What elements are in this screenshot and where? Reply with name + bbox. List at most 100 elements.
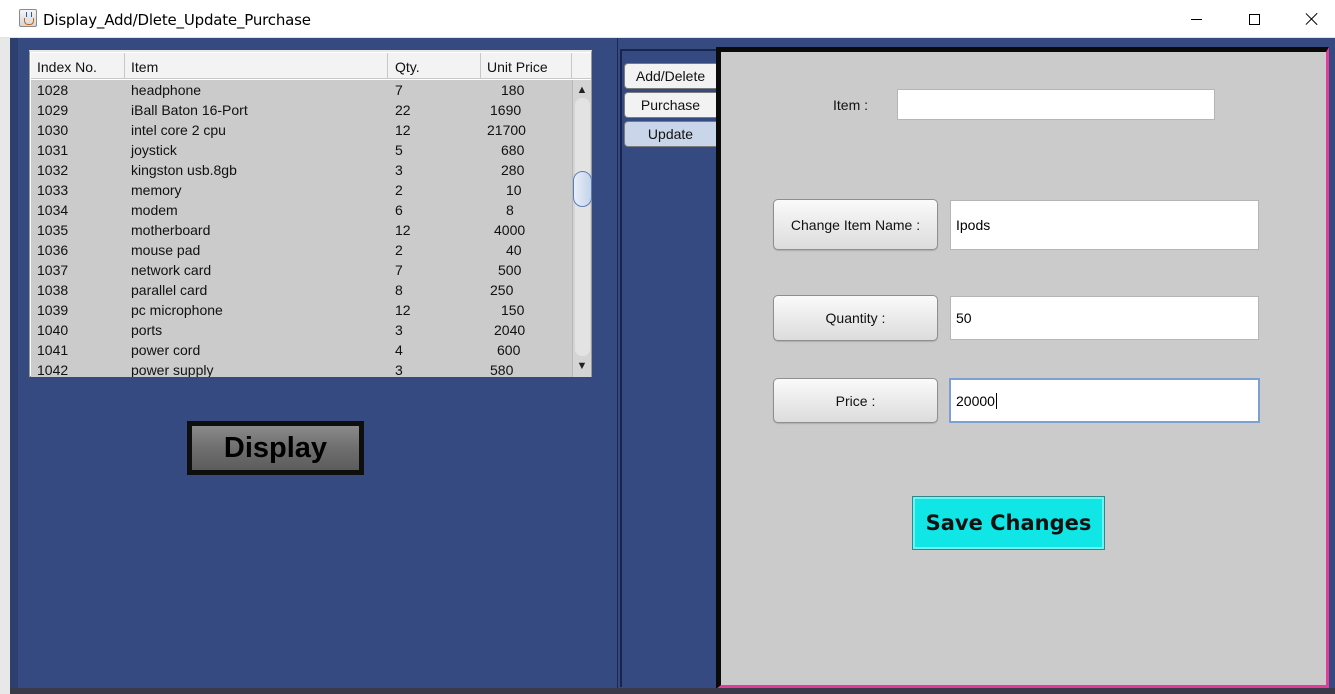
cell-unit-price: 580 [490,362,514,377]
minimize-icon [1190,18,1202,20]
save-changes-button[interactable]: Save Changes [912,496,1105,550]
cell-qty: 22 [395,102,411,118]
display-button-label: Display [192,426,359,470]
cell-qty: 6 [395,202,403,218]
item-input[interactable] [897,89,1215,120]
cell-qty: 12 [395,222,411,238]
cell-item: modem [131,202,178,218]
items-table: Index No. Item Qty. Unit Price 1028 headp… [29,50,592,377]
table-row[interactable]: 1042 power supply 3 580 [31,360,572,377]
minimize-button[interactable] [1173,0,1219,38]
table-vertical-scrollbar[interactable]: ▲ ▼ [572,80,592,377]
table-row[interactable]: 1030 intel core 2 cpu 12 21700 [31,120,572,140]
display-button[interactable]: Display [187,421,364,475]
cell-item: memory [131,182,182,198]
item-name-input[interactable]: Ipods [950,200,1259,250]
maximize-icon [1248,13,1260,25]
change-item-name-button[interactable]: Change Item Name : [773,199,938,250]
table-row[interactable]: 1036 mouse pad 2 40 [31,240,572,260]
tab-purchase[interactable]: Purchase [624,92,716,118]
cell-unit-price: 150 [501,302,525,318]
close-icon [1305,12,1319,26]
cell-item: motherboard [131,222,211,238]
maximize-button[interactable] [1231,0,1277,38]
cell-index: 1042 [37,362,69,377]
cell-qty: 12 [395,302,411,318]
column-header-index[interactable]: Index No. [31,53,125,79]
cell-qty: 2 [395,242,403,258]
cell-index: 1035 [37,222,69,238]
table-row[interactable]: 1028 headphone 7 180 [31,80,572,100]
scrollbar-thumb[interactable] [573,171,592,207]
quantity-input[interactable]: 50 [950,296,1259,340]
cell-qty: 4 [395,342,403,358]
table-header: Index No. Item Qty. Unit Price [31,53,572,79]
cell-index: 1030 [37,122,69,138]
cell-index: 1033 [37,182,69,198]
window-bottom-edge [10,688,1335,694]
cell-qty: 3 [395,362,403,377]
cell-index: 1029 [37,102,69,118]
cell-unit-price: 280 [501,162,525,178]
cell-unit-price: 680 [501,142,525,158]
cell-item: parallel card [131,282,208,298]
cell-unit-price: 40 [506,242,522,258]
table-row[interactable]: 1041 power cord 4 600 [31,340,572,360]
table-row[interactable]: 1033 memory 2 10 [31,180,572,200]
cell-item: headphone [131,82,202,98]
column-header-qty[interactable]: Qty. [388,53,481,79]
column-header-unit-price[interactable]: Unit Price [481,53,572,79]
cell-index: 1034 [37,202,69,218]
table-row[interactable]: 1038 parallel card 8 250 [31,280,572,300]
cell-item: power supply [131,362,214,377]
table-row[interactable]: 1031 joystick 5 680 [31,140,572,160]
cell-item: intel core 2 cpu [131,122,226,138]
cell-unit-price: 500 [498,262,522,278]
close-button[interactable] [1289,0,1335,38]
tab-add-delete[interactable]: Add/Delete [624,63,716,89]
cell-item: mouse pad [131,242,201,258]
window-title: Display_Add/Dlete_Update_Purchase [43,11,311,29]
cell-item: network card [131,262,212,278]
cell-qty: 7 [395,262,403,278]
cell-index: 1039 [37,302,69,318]
price-input[interactable]: 20000 [949,378,1260,423]
table-row[interactable]: 1039 pc microphone 12 150 [31,300,572,320]
cell-unit-price: 600 [497,342,521,358]
cell-index: 1038 [37,282,69,298]
cell-unit-price: 8 [506,202,514,218]
cell-unit-price: 1690 [490,102,522,118]
cell-unit-price: 10 [506,182,522,198]
cell-index: 1028 [37,82,69,98]
table-row[interactable]: 1034 modem 6 8 [31,200,572,220]
text-caret [995,392,997,409]
cell-unit-price: 250 [490,282,514,298]
cell-index: 1032 [37,162,69,178]
quantity-button[interactable]: Quantity : [773,295,938,341]
cell-item: joystick [131,142,177,158]
cell-qty: 7 [395,82,403,98]
scroll-down-arrow-icon[interactable]: ▼ [573,358,591,374]
table-row[interactable]: 1035 motherboard 12 4000 [31,220,572,240]
price-button[interactable]: Price : [773,378,938,423]
scroll-up-arrow-icon[interactable]: ▲ [573,82,591,98]
tab-update[interactable]: Update [624,121,716,147]
cell-index: 1037 [37,262,69,278]
table-header-corner [572,53,591,79]
update-form-panel [716,47,1329,689]
cell-item: kingston usb.8gb [131,162,237,178]
cell-qty: 12 [395,122,411,138]
cell-qty: 5 [395,142,403,158]
column-header-item[interactable]: Item [125,53,388,79]
cell-unit-price: 180 [501,82,525,98]
cell-index: 1031 [37,142,69,158]
table-row[interactable]: 1040 ports 3 2040 [31,320,572,340]
cell-qty: 8 [395,282,403,298]
java-cup-icon [19,9,37,27]
table-row[interactable]: 1037 network card 7 500 [31,260,572,280]
scrollbar-track[interactable] [575,98,590,356]
cell-item: power cord [131,342,201,358]
cell-unit-price: 4000 [494,222,526,238]
table-row[interactable]: 1029 iBall Baton 16-Port 22 1690 [31,100,572,120]
table-row[interactable]: 1032 kingston usb.8gb 3 280 [31,160,572,180]
